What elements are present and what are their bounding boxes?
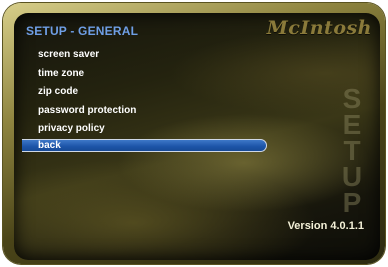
menu-item-time-zone[interactable]: time zone <box>22 65 267 82</box>
page-title: SETUP - GENERAL <box>26 24 139 38</box>
menu-item-back[interactable]: back <box>22 139 267 152</box>
menu-item-password-protection[interactable]: password protection <box>22 102 267 119</box>
setup-watermark: S E T U P <box>334 85 370 218</box>
menu-item-zip-code[interactable]: zip code <box>22 83 267 100</box>
setup-menu: screen saver time zone zip code password… <box>22 46 267 154</box>
menu-item-screen-saver[interactable]: screen saver <box>22 46 267 63</box>
watermark-letter: P <box>342 187 362 218</box>
brand-logo: McIntosh <box>266 17 372 39</box>
menu-item-privacy-policy[interactable]: privacy policy <box>22 120 267 137</box>
version-label: Version 4.0.1.1 <box>287 220 364 232</box>
